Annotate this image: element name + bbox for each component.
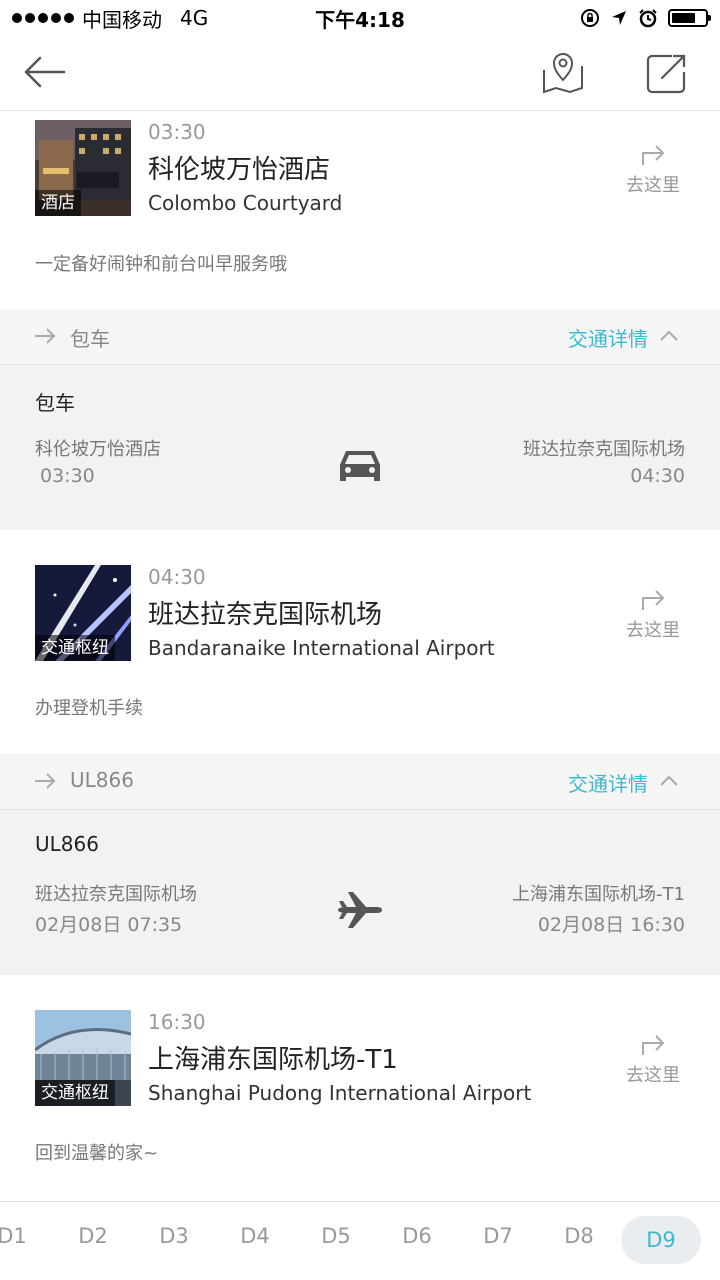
go-here-button[interactable]: 去这里 [610, 139, 696, 197]
network-label: 4G [180, 6, 209, 30]
arrow-right-icon [35, 328, 56, 344]
go-here-label: 去这里 [626, 620, 680, 641]
day-tab-d7[interactable]: D7 [468, 1224, 528, 1248]
poi-name-en: Shanghai Pudong International Airport [148, 1081, 532, 1105]
status-time: 下午4:18 [315, 7, 405, 32]
day-tab-d4[interactable]: D4 [225, 1224, 285, 1248]
turn-arrow-icon [642, 145, 664, 165]
poi-thumbnail: 交通枢纽 [35, 565, 131, 661]
poi-thumbnail: 交通枢纽 [35, 1010, 131, 1106]
transit-title: UL866 [35, 832, 99, 856]
transit-detail-link[interactable]: 交通详情 [568, 768, 648, 797]
transit-detail-panel: 包车 科伦坡万怡酒店 03:30 班达拉奈克国际机场 04:30 [0, 365, 720, 530]
rotation-lock-icon [581, 9, 599, 27]
go-here-label: 去这里 [626, 175, 680, 196]
transit-from: 班达拉奈克国际机场 [35, 884, 197, 905]
poi-name-en: Bandaranaike International Airport [148, 636, 495, 660]
transit-to: 上海浦东国际机场-T1 [512, 884, 685, 905]
poi-note: 办理登机手续 [35, 698, 143, 719]
battery-icon [668, 9, 711, 27]
transit-to-time: 04:30 [630, 465, 685, 487]
nav-bar [0, 36, 720, 111]
poi-thumbnail: 酒店 [35, 120, 131, 216]
location-arrow-icon [612, 11, 626, 25]
poi-note: 一定备好闹钟和前台叫早服务哦 [35, 254, 287, 275]
poi-name[interactable]: 科伦坡万怡酒店 [148, 149, 330, 186]
poi-time: 04:30 [148, 565, 206, 589]
transit-header[interactable]: 包车 交通详情 [0, 309, 720, 365]
day-tab-d1[interactable]: D1 [0, 1224, 42, 1248]
arrow-left-icon[interactable] [20, 52, 68, 92]
transit-to: 班达拉奈克国际机场 [523, 439, 685, 460]
transit-from-time: 03:30 [40, 465, 95, 487]
day-tab-d6[interactable]: D6 [387, 1224, 447, 1248]
day-tab-bar: D1 D2 D3 D4 D5 D6 D7 D8 D9 [0, 1201, 720, 1280]
day-tab-d8[interactable]: D8 [549, 1224, 609, 1248]
poi-tag: 酒店 [35, 190, 81, 216]
transit-to-time: 02月08日 16:30 [537, 914, 685, 936]
poi-name-en: Colombo Courtyard [148, 191, 343, 215]
chevron-up-icon[interactable] [660, 329, 678, 341]
poi-tag: 交通枢纽 [35, 635, 115, 661]
car-icon [340, 451, 380, 481]
itinerary-list[interactable]: 酒店 03:30 科伦坡万怡酒店 Colombo Courtyard 去这里 一… [0, 111, 720, 1201]
transit-from: 科伦坡万怡酒店 [35, 439, 161, 460]
status-left: 中国移动 4G [12, 4, 208, 33]
day-tab-d2[interactable]: D2 [63, 1224, 123, 1248]
share-icon[interactable] [644, 50, 690, 96]
go-here-label: 去这里 [626, 1065, 680, 1086]
status-right [580, 8, 711, 28]
poi-note: 回到温馨的家~ [35, 1143, 159, 1164]
transit-from-time: 02月08日 07:35 [35, 914, 183, 936]
poi-card-destination[interactable]: 交通枢纽 16:30 上海浦东国际机场-T1 Shanghai Pudong I… [0, 975, 720, 1201]
day-tab-d5[interactable]: D5 [306, 1224, 366, 1248]
chevron-up-icon[interactable] [660, 774, 678, 786]
day-tab-d9[interactable]: D9 [621, 1216, 701, 1264]
map-pin-icon[interactable] [540, 50, 586, 96]
poi-time: 16:30 [148, 1010, 206, 1034]
poi-card-airport[interactable]: 交通枢纽 04:30 班达拉奈克国际机场 Bandaranaike Intern… [0, 530, 720, 754]
transit-title: 包车 [35, 391, 75, 415]
go-here-button[interactable]: 去这里 [610, 584, 696, 642]
signal-strength-icon [12, 13, 74, 23]
transit-detail-link[interactable]: 交通详情 [568, 323, 648, 352]
poi-time: 03:30 [148, 120, 206, 144]
poi-name[interactable]: 班达拉奈克国际机场 [148, 594, 382, 631]
transit-detail-panel: UL866 班达拉奈克国际机场 02月08日 07:35 上海浦东国际机场-T1… [0, 810, 720, 975]
poi-tag: 交通枢纽 [35, 1080, 115, 1106]
day-tab-d3[interactable]: D3 [144, 1224, 204, 1248]
transit-label: UL866 [70, 768, 134, 792]
transit-header[interactable]: UL866 交通详情 [0, 754, 720, 810]
go-here-button[interactable]: 去这里 [610, 1029, 696, 1087]
poi-card-hotel[interactable]: 酒店 03:30 科伦坡万怡酒店 Colombo Courtyard 去这里 一… [0, 111, 720, 309]
turn-arrow-icon [642, 1035, 664, 1055]
alarm-icon [639, 9, 657, 28]
carrier-label: 中国移动 [82, 7, 162, 32]
arrow-right-icon [35, 773, 56, 789]
turn-arrow-icon [642, 590, 664, 610]
transit-label: 包车 [70, 327, 110, 351]
poi-name[interactable]: 上海浦东国际机场-T1 [148, 1039, 398, 1076]
status-bar: 中国移动 4G 下午4:18 [0, 0, 720, 36]
airplane-icon [338, 892, 382, 928]
